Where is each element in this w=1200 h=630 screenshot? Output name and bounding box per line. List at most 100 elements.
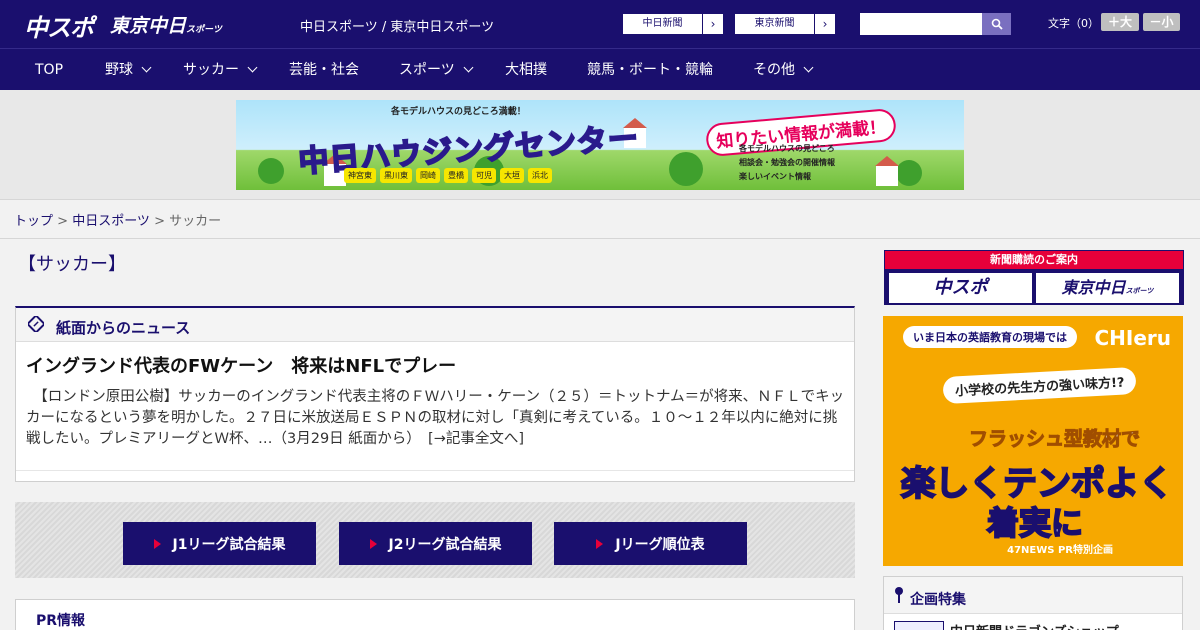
breadcrumb-separator: > [53,214,73,229]
ad-line: 着実に [986,503,1084,543]
location-tag: 黒川東 [380,168,412,183]
banner-bullet: 各モデルハウスの見どころ [739,144,835,153]
banner-bullet: 相談会・勉強会の開催情報 [739,158,835,167]
nav-item-entertainment[interactable]: 芸能・社会 [289,49,359,91]
chevron-down-icon [803,62,814,73]
location-tag: 神宮東 [344,168,376,183]
nav-item-soccer[interactable]: サッカー [183,49,258,91]
site-title[interactable]: 中日スポーツ / 東京中日スポーツ [300,16,494,35]
pin-icon [895,587,903,603]
tokyo-chunichi-subscribe-text: 東京中日 [1061,278,1126,297]
news-summary: 【ロンドン原田公樹】サッカーのイングランド代表主将のＦＷハリー・ケーン（２５）＝… [26,387,846,450]
nav-label: その他 [753,62,795,78]
nav-item-top[interactable]: TOP [35,49,63,91]
breadcrumb-separator: > [149,214,170,229]
tokyo-chunichi-subscribe-logo[interactable]: 東京中日スポーツ [1036,273,1179,303]
nav-item-baseball[interactable]: 野球 [105,49,152,91]
main-nav: TOP 野球 サッカー 芸能・社会 スポーツ 大相撲 競馬・ボート・競輪 その他 [0,48,1200,90]
chunichi-shimbun-label: 中日新聞 [623,14,703,34]
chevron-down-icon [463,62,474,73]
breadcrumb-section-link[interactable]: 中日スポーツ [72,214,150,229]
play-arrow-icon [369,538,377,549]
location-tag: 豊橋 [444,168,468,183]
tokyo-chunichi-logo-text: 東京中日 [110,15,187,37]
nav-label: 野球 [105,62,133,78]
tokyo-chunichi-logo[interactable]: 東京中日スポーツ [110,11,222,38]
chevron-down-icon [247,62,258,73]
j2-results-button[interactable]: J2リーグ試合結果 [339,522,532,565]
housing-center-banner[interactable]: 各モデルハウスの見どころ満載！ 中日ハウジングセンター 知りたい情報が満載！ 神… [236,100,964,190]
search-icon [991,18,1003,30]
nav-label: スポーツ [399,62,455,78]
jleague-standings-label: Jリーグ順位表 [615,536,705,553]
banner-location-tags: 神宮東 黒川東 岡崎 豊橋 可児 大垣 浜北 [344,168,552,183]
site-header: 中スポ 東京中日スポーツ 中日スポーツ / 東京中日スポーツ 中日新聞 › 東京… [0,0,1200,48]
nav-item-sumo[interactable]: 大相撲 [505,49,547,91]
j2-results-label: J2リーグ試合結果 [388,536,502,553]
newspaper-icon [28,316,44,332]
ad-bubble-text: いま日本の英語教育の現場では [903,326,1077,348]
font-smaller-button[interactable]: －小 [1143,13,1180,31]
nav-label: 芸能・社会 [289,62,359,78]
chuspo-subscribe-logo[interactable]: 中スポ [889,273,1032,303]
nav-label: サッカー [183,62,239,78]
news-box-header: 紙面からのニュース [16,308,854,342]
nav-item-sports[interactable]: スポーツ [399,49,474,91]
subscription-heading: 新聞購読のご案内 [885,251,1183,269]
divider [0,238,1200,239]
j1-results-label: J1リーグ試合結果 [172,536,286,553]
banner-bullet: 楽しいイベント情報 [739,172,811,181]
tokyo-chunichi-subscribe-small: スポーツ [1125,287,1154,295]
page-title: 【サッカー】 [18,254,126,275]
tokyo-shimbun-link[interactable]: 東京新聞 › [734,13,836,35]
jleague-links: J1リーグ試合結果 J2リーグ試合結果 Jリーグ順位表 [15,502,855,578]
subscription-box[interactable]: 新聞購読のご案内 中スポ 東京中日スポーツ [884,250,1184,305]
breadcrumb-current: サッカー [169,214,222,229]
play-arrow-icon [596,538,604,549]
tree-decoration [669,152,703,186]
ad-area: 各モデルハウスの見どころ満載！ 中日ハウジングセンター 知りたい情報が満載！ 神… [0,90,1200,200]
chuspo-logo[interactable]: 中スポ [24,8,94,43]
tokyo-chunichi-logo-small: スポーツ [186,25,222,35]
feature-item-link[interactable]: 中日新聞ドラゴンズショップ [950,621,1119,630]
news-headline-link[interactable]: イングランド代表のFWケーン 将来はNFLでプレー [26,352,456,378]
education-ad-banner[interactable]: いま日本の英語教育の現場では CHIeru 小学校の先生方の強い味方!? フラッ… [883,316,1183,566]
chevron-right-icon: › [710,17,716,31]
font-bigger-button[interactable]: ＋大 [1101,13,1139,31]
font-size-label: 文字（0） [1048,17,1099,30]
banner-top-text: 各モデルハウスの見どころ満載！ [391,107,526,117]
tokyo-shimbun-label: 東京新聞 [735,14,815,34]
nav-item-other[interactable]: その他 [753,49,814,91]
news-box-heading: 紙面からのニュース [56,319,191,337]
nav-label: TOP [35,62,64,78]
chevron-right-icon: › [822,17,828,31]
location-tag: 浜北 [528,168,552,183]
tree-decoration [258,158,284,184]
location-tag: 岡崎 [416,168,440,183]
chunichi-shimbun-link[interactable]: 中日新聞 › [622,13,724,35]
location-tag: 可児 [472,168,496,183]
feature-box: 企画特集 中日新聞ドラゴンズショップ [883,576,1183,630]
house-decoration [876,166,898,186]
search-input[interactable] [860,13,982,35]
breadcrumb: トップ > 中日スポーツ > サッカー [14,210,221,229]
divider [16,470,854,471]
j1-results-button[interactable]: J1リーグ試合結果 [123,522,316,565]
search-button[interactable] [982,13,1011,35]
read-full-article-link[interactable]: [→記事全文へ] [428,431,524,447]
feature-box-header: 企画特集 [884,577,1182,614]
tree-decoration [896,160,922,186]
breadcrumb-home-link[interactable]: トップ [14,214,53,229]
nav-item-racing[interactable]: 競馬・ボート・競輪 [587,49,713,91]
ad-line: 小学校の先生方の強い味方!? [942,366,1138,405]
feature-box-heading: 企画特集 [910,592,966,608]
play-arrow-icon [153,538,161,549]
pr-info-box: PR情報 [15,599,855,630]
feature-thumbnail[interactable] [894,621,944,630]
pr-heading: PR情報 [36,613,86,629]
chevron-down-icon [141,62,152,73]
banner-bullets: 各モデルハウスの見どころ 相談会・勉強会の開催情報 楽しいイベント情報 [739,142,835,184]
newspaper-news-box: 紙面からのニュース イングランド代表のFWケーン 将来はNFLでプレー 【ロンド… [15,306,855,482]
roof-decoration [875,156,899,166]
jleague-standings-button[interactable]: Jリーグ順位表 [554,522,747,565]
